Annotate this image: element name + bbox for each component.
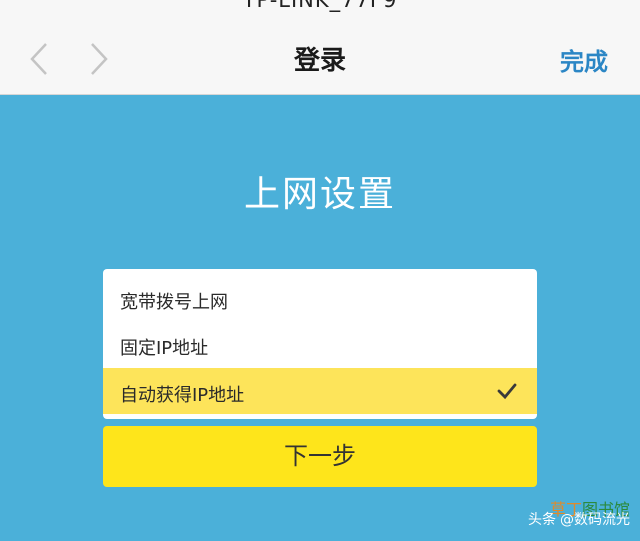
connection-type-list: 宽带拨号上网 固定IP地址 自动获得IP地址 (103, 269, 537, 419)
next-step-button[interactable]: 下一步 (103, 426, 537, 487)
option-pppoe[interactable]: 宽带拨号上网 (103, 275, 537, 321)
option-label: 宽带拨号上网 (120, 292, 228, 313)
watermark-text: 头条 @数码流光 (528, 512, 630, 528)
status-bar: TP-LINK_77F9 (0, 0, 640, 12)
back-chevron-icon[interactable] (28, 42, 50, 76)
done-button[interactable]: 完成 (560, 42, 608, 77)
network-ssid: TP-LINK_77F9 (242, 0, 398, 12)
option-label: 自动获得IP地址 (120, 385, 245, 406)
option-static-ip[interactable]: 固定IP地址 (103, 321, 537, 367)
section-heading: 上网设置 (243, 174, 396, 215)
option-label: 固定IP地址 (120, 338, 209, 359)
nav-bar: 登录 完成 (0, 12, 640, 95)
checkmark-icon (497, 381, 517, 401)
option-dhcp[interactable]: 自动获得IP地址 (103, 368, 537, 414)
main-content: 上网设置 宽带拨号上网 固定IP地址 自动获得IP地址 下一步 (0, 95, 640, 541)
forward-chevron-icon[interactable] (88, 42, 110, 76)
